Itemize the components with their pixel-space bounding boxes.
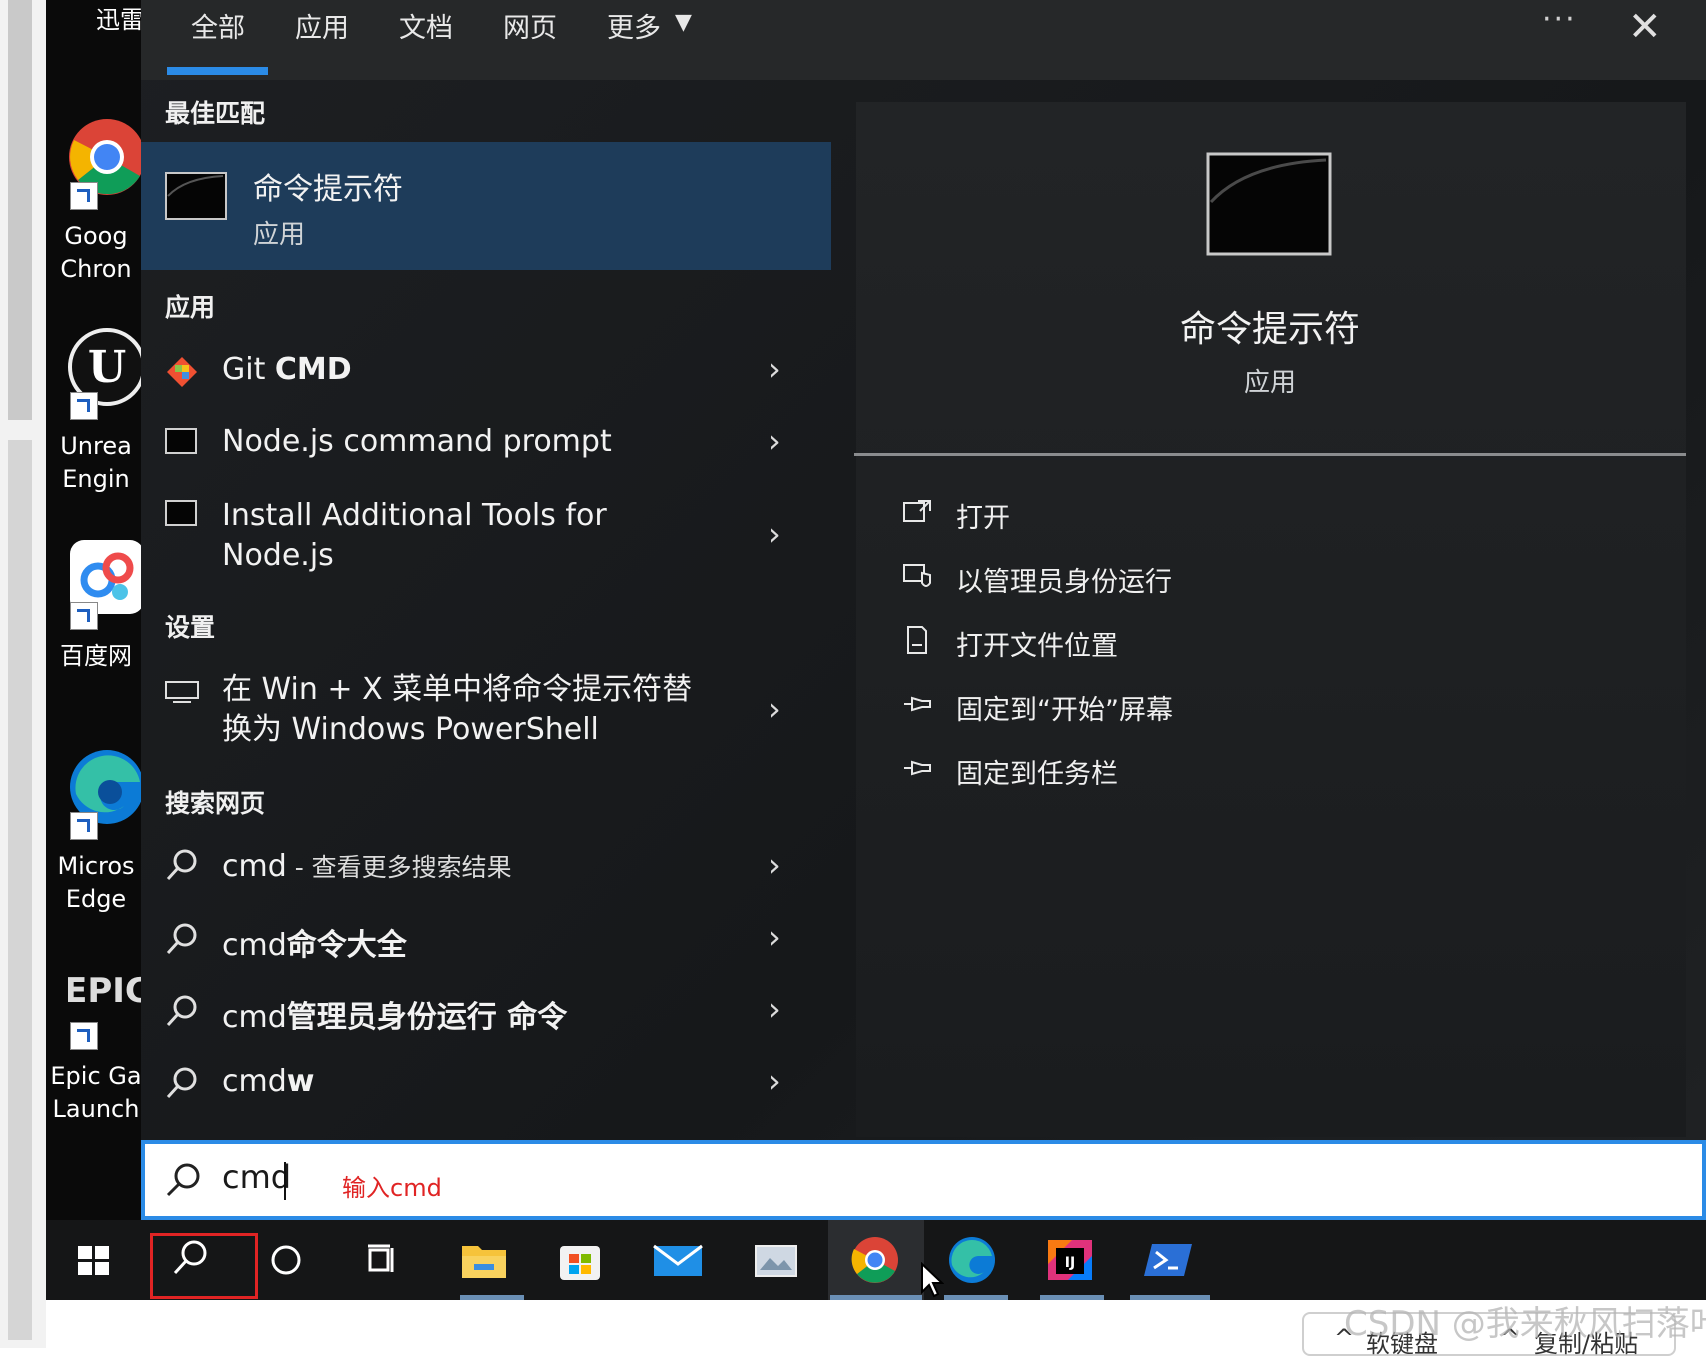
cortana-icon[interactable]: [258, 1234, 314, 1286]
best-match-subtitle: 应用: [253, 220, 306, 250]
settings-item-label: 在 Win + X 菜单中将命令提示符替 换为 Windows PowerShe…: [222, 672, 693, 747]
action-open-file-location[interactable]: 打开文件位置: [956, 624, 1118, 663]
chevron-right-icon[interactable]: ›: [768, 918, 781, 956]
web-item-label: cmd管理员身份运行 命令: [222, 1000, 568, 1035]
run-as-admin-icon: [902, 561, 932, 591]
desktop-label-edge: Micros Edge: [57, 852, 135, 913]
desktop: 迅雷 Goog Chron U Unrea Engin 百度网 Micros E…: [46, 0, 146, 1300]
powershell-icon[interactable]: [1140, 1234, 1196, 1286]
task-view-icon[interactable]: [354, 1234, 410, 1286]
web-item-label: cmd命令大全: [222, 928, 407, 963]
shortcut-arrow-icon: [70, 182, 98, 210]
console-icon: [1206, 152, 1332, 256]
section-web: 搜索网页: [165, 789, 266, 818]
app-item-label: Install Additional Tools for Node.js: [222, 498, 607, 573]
search-tabs-bar: 全部 应用 文档 网页 更多 ▼: [141, 0, 1706, 80]
chevron-right-icon[interactable]: ›: [768, 690, 781, 728]
photos-icon[interactable]: [748, 1234, 804, 1286]
shortcut-arrow-icon: [70, 392, 98, 420]
web-item-label: cmdw: [222, 1064, 315, 1099]
tab-apps[interactable]: 应用: [295, 6, 349, 45]
intellij-icon[interactable]: IJ: [1042, 1234, 1098, 1286]
active-tab-indicator: [167, 67, 268, 75]
best-match-title: 命令提示符: [253, 172, 403, 207]
search-query-text[interactable]: cmd: [222, 1158, 291, 1196]
edge-icon[interactable]: [944, 1234, 1000, 1286]
desktop-label-unreal: Unrea Engin: [60, 432, 132, 493]
action-open[interactable]: 打开: [956, 496, 1010, 535]
running-indicator: [944, 1295, 1008, 1300]
desktop-label-baidu: 百度网: [60, 642, 132, 670]
svg-text:EPIC: EPIC: [68, 971, 146, 1011]
console-icon: [165, 428, 197, 454]
tab-web[interactable]: 网页: [503, 6, 557, 45]
section-best-match: 最佳匹配: [165, 99, 266, 128]
file-location-icon: [902, 625, 932, 655]
search-icon: [165, 994, 199, 1028]
store-icon[interactable]: [552, 1234, 608, 1286]
annotation-hint: 输入cmd: [342, 1174, 442, 1202]
search-icon: [165, 922, 199, 956]
section-apps: 应用: [165, 293, 216, 322]
desktop-label-xunlei: 迅雷: [96, 6, 144, 34]
chevron-right-icon[interactable]: ›: [768, 422, 781, 460]
best-match-item[interactable]: [141, 142, 831, 270]
side-strip: [0, 0, 46, 1348]
shortcut-arrow-icon: [70, 812, 98, 840]
tab-documents[interactable]: 文档: [399, 6, 453, 45]
search-icon: [165, 1066, 199, 1100]
svg-text:U: U: [88, 342, 126, 393]
desktop-label-epic: Epic Ga Launch: [50, 1062, 142, 1123]
tab-more[interactable]: 更多: [607, 6, 661, 45]
app-item-label: Git CMD: [222, 352, 352, 387]
detail-subtitle: 应用: [1243, 368, 1296, 398]
console-icon: [165, 500, 197, 526]
chevron-right-icon[interactable]: ›: [768, 515, 781, 553]
pin-icon: [902, 689, 932, 719]
shortcut-arrow-icon: [70, 602, 98, 630]
section-settings: 设置: [165, 613, 216, 642]
watermark: CSDN @我来秋风扫落叶: [1344, 1304, 1706, 1344]
action-run-as-admin[interactable]: 以管理员身份运行: [956, 560, 1172, 599]
running-indicator: [1130, 1295, 1210, 1300]
more-options-icon[interactable]: ···: [1542, 2, 1577, 37]
git-icon: [165, 355, 199, 389]
pin-icon: [902, 753, 932, 783]
highlight-box: [150, 1233, 258, 1299]
chevron-right-icon[interactable]: ›: [768, 1062, 781, 1100]
file-explorer-icon[interactable]: [456, 1234, 512, 1286]
text-caret: [284, 1162, 286, 1200]
divider: [854, 453, 1686, 456]
chevron-right-icon[interactable]: ›: [768, 846, 781, 884]
chrome-icon[interactable]: [847, 1234, 903, 1286]
app-item-label: Node.js command prompt: [222, 424, 612, 459]
svg-text:IJ: IJ: [1065, 1255, 1075, 1271]
console-icon: [165, 172, 227, 220]
windows-start-icon[interactable]: [66, 1234, 122, 1286]
web-item-label: cmd - 查看更多搜索结果: [222, 849, 512, 884]
mail-icon[interactable]: [650, 1234, 706, 1286]
shortcut-arrow-icon: [70, 1022, 98, 1050]
running-indicator: [460, 1295, 524, 1300]
action-pin-to-start[interactable]: 固定到“开始”屏幕: [956, 688, 1173, 727]
close-icon[interactable]: ✕: [1628, 4, 1662, 50]
mouse-cursor-icon: [920, 1262, 944, 1298]
running-indicator: [1040, 1295, 1104, 1300]
chevron-right-icon[interactable]: ›: [768, 990, 781, 1028]
desktop-label-chrome: Goog Chron: [60, 222, 132, 283]
detail-pane: [856, 102, 1686, 1137]
search-icon: [165, 848, 199, 882]
open-icon: [902, 497, 932, 527]
monitor-icon: [165, 680, 199, 704]
chevron-down-icon[interactable]: ▼: [675, 10, 692, 35]
action-pin-to-taskbar[interactable]: 固定到任务栏: [956, 752, 1118, 791]
tab-all[interactable]: 全部: [191, 6, 245, 45]
detail-title: 命令提示符: [1179, 309, 1360, 350]
search-icon: [165, 1162, 201, 1198]
chevron-right-icon[interactable]: ›: [768, 350, 781, 388]
running-indicator: [830, 1295, 922, 1300]
